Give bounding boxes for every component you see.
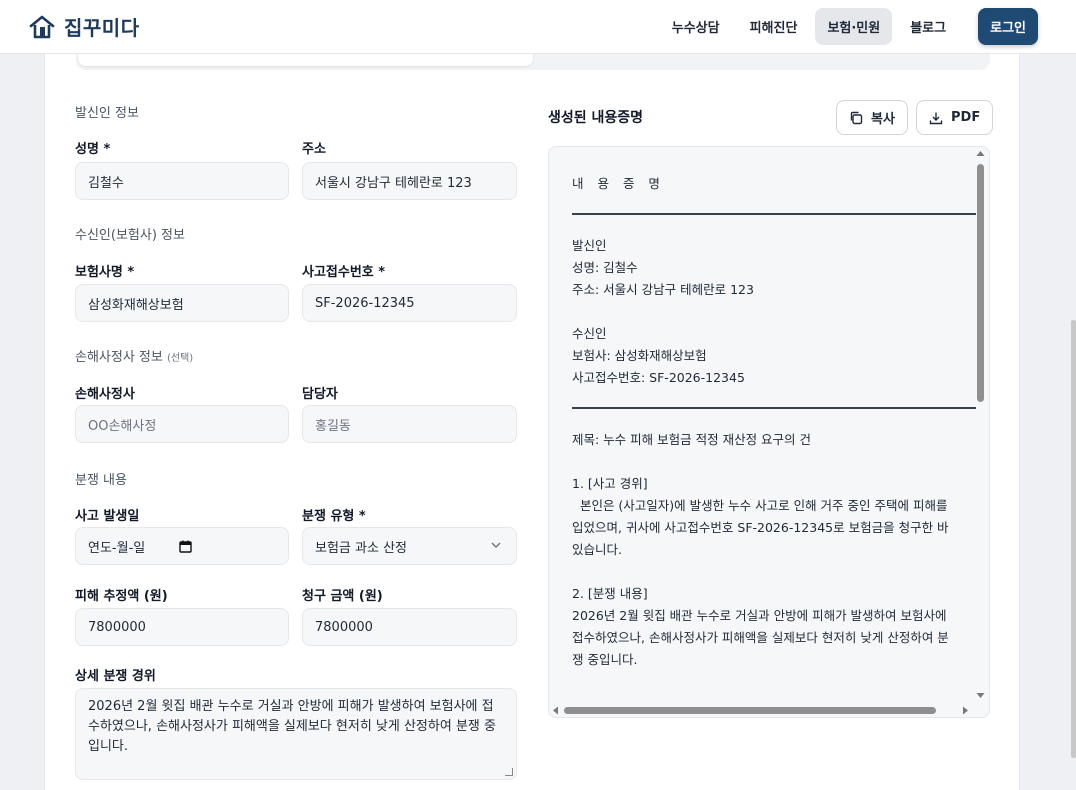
dispute-detail-textarea[interactable]: 2026년 2월 윗집 배관 누수로 거실과 안방에 피해가 발생하여 보험사에… bbox=[75, 688, 517, 780]
copy-icon bbox=[850, 111, 863, 124]
dispute-type-label: 분쟁 유형 * bbox=[302, 509, 366, 524]
address-label: 주소 bbox=[302, 142, 326, 157]
incident-date-label: 사고 발생일 bbox=[75, 509, 140, 524]
house-logo-icon bbox=[29, 15, 55, 38]
main-nav: 누수상담 피해진단 보험·민원 블로그 로그인 bbox=[660, 8, 1038, 45]
preview-vertical-scrollbar[interactable] bbox=[973, 150, 987, 702]
letter-content: 내 용 증 명 발신인 성명: 김철수 주소: 서울시 강남구 테헤란로 123… bbox=[572, 173, 982, 671]
letter-section1-body: 본인은 (사고일자)에 발생한 누수 사고로 인해 거주 중인 주택에 피해를 … bbox=[572, 498, 953, 557]
chevron-down-icon bbox=[491, 542, 501, 548]
name-label: 성명 * bbox=[75, 142, 111, 157]
insurer-label: 보험사명 * bbox=[75, 265, 135, 280]
logo[interactable]: 집꾸미다 bbox=[28, 12, 140, 41]
dispute-section-title: 분쟁 내용 bbox=[75, 473, 127, 488]
copy-button-label: 복사 bbox=[871, 112, 895, 127]
scroll-down-arrow-icon[interactable] bbox=[976, 692, 985, 699]
top-header: 집꾸미다 누수상담 피해진단 보험·민원 블로그 로그인 bbox=[0, 0, 1076, 54]
dispute-detail-text: 2026년 2월 윗집 배관 누수로 거실과 안방에 피해가 발생하여 보험사에… bbox=[88, 699, 496, 754]
letter-sender-address: 주소: 서울시 강남구 테헤란로 123 bbox=[572, 282, 754, 297]
incident-date-placeholder: 연도-월-일 bbox=[88, 540, 146, 556]
adjuster-company-label: 손해사정사 bbox=[75, 387, 135, 402]
adjuster-person-label: 담당자 bbox=[302, 387, 338, 402]
calendar-icon[interactable] bbox=[179, 540, 192, 553]
dispute-detail-label: 상세 분쟁 경위 bbox=[75, 669, 156, 684]
letter-sender-heading: 발신인 bbox=[572, 238, 607, 253]
claim-amount-label: 청구 금액 (원) bbox=[302, 589, 383, 604]
logo-text: 집꾸미다 bbox=[64, 16, 140, 40]
claim-number-field[interactable]: SF-2026-12345 bbox=[302, 284, 517, 322]
letter-title: 내 용 증 명 bbox=[572, 176, 665, 191]
name-field[interactable]: 김철수 bbox=[75, 162, 289, 200]
letter-recipient-insurer: 보험사: 삼성화재해상보험 bbox=[572, 348, 707, 363]
letter-sender-name: 성명: 김철수 bbox=[572, 260, 638, 275]
dispute-type-select[interactable]: 보험금 과소 산정 bbox=[302, 527, 517, 565]
copy-button[interactable]: 복사 bbox=[836, 100, 908, 135]
adjuster-section-title: 손해사정사 정보 (선택) bbox=[75, 346, 193, 365]
nav-item-diagnosis[interactable]: 피해진단 bbox=[738, 8, 810, 45]
scroll-right-arrow-icon[interactable] bbox=[962, 706, 969, 715]
letter-subject: 제목: 누수 피해 보험금 적정 재산정 요구의 건 bbox=[572, 432, 812, 447]
sender-section-title: 발신인 정보 bbox=[75, 106, 139, 121]
insurer-field[interactable]: 삼성화재해상보험 bbox=[75, 284, 289, 322]
address-field[interactable]: 서울시 강남구 테헤란로 123 bbox=[302, 162, 517, 200]
vertical-scroll-thumb[interactable] bbox=[977, 164, 984, 402]
output-title: 생성된 내용증명 bbox=[548, 110, 644, 126]
adjuster-optional-note: (선택) bbox=[167, 353, 194, 364]
damage-estimate-field[interactable]: 7800000 bbox=[75, 608, 289, 646]
login-button[interactable]: 로그인 bbox=[978, 8, 1038, 45]
preview-horizontal-scrollbar[interactable] bbox=[552, 704, 976, 716]
adjuster-section-title-text: 손해사정사 정보 bbox=[75, 350, 163, 365]
divider-line bbox=[572, 213, 976, 215]
dispute-type-value: 보험금 과소 산정 bbox=[315, 540, 407, 556]
scroll-up-arrow-icon[interactable] bbox=[976, 150, 985, 157]
letter-section1-heading: 1. [사고 경위] bbox=[572, 476, 648, 491]
recipient-section-title: 수신인(보험사) 정보 bbox=[75, 228, 185, 243]
download-icon bbox=[929, 112, 943, 124]
horizontal-scroll-thumb[interactable] bbox=[564, 707, 936, 714]
resize-handle-icon[interactable] bbox=[505, 768, 513, 776]
letter-preview[interactable]: 내 용 증 명 발신인 성명: 김철수 주소: 서울시 강남구 테헤란로 123… bbox=[548, 146, 990, 718]
nav-item-consult[interactable]: 누수상담 bbox=[660, 8, 732, 45]
letter-section2-body: 2026년 2월 윗집 배관 누수로 거실과 안방에 피해가 발생하여 보험사에… bbox=[572, 608, 949, 667]
incident-date-field[interactable]: 연도-월-일 bbox=[75, 527, 289, 565]
letter-recipient-claim: 사고접수번호: SF-2026-12345 bbox=[572, 370, 745, 385]
adjuster-company-field[interactable]: OO손해사정 bbox=[75, 405, 289, 443]
adjuster-person-field[interactable]: 홍길동 bbox=[302, 405, 517, 443]
claim-number-label: 사고접수번호 * bbox=[302, 265, 386, 280]
pdf-button-label: PDF bbox=[951, 110, 981, 125]
letter-section2-heading: 2. [분쟁 내용] bbox=[572, 586, 648, 601]
pdf-button[interactable]: PDF bbox=[916, 100, 994, 135]
nav-item-blog[interactable]: 블로그 bbox=[898, 8, 958, 45]
letter-recipient-heading: 수신인 bbox=[572, 326, 607, 341]
page-scrollbar[interactable] bbox=[1071, 320, 1076, 758]
claim-amount-field[interactable]: 7800000 bbox=[302, 608, 517, 646]
divider-line bbox=[572, 407, 976, 409]
nav-item-insurance[interactable]: 보험·민원 bbox=[815, 8, 893, 45]
scroll-left-arrow-icon[interactable] bbox=[552, 706, 559, 715]
damage-estimate-label: 피해 추정액 (원) bbox=[75, 589, 168, 604]
